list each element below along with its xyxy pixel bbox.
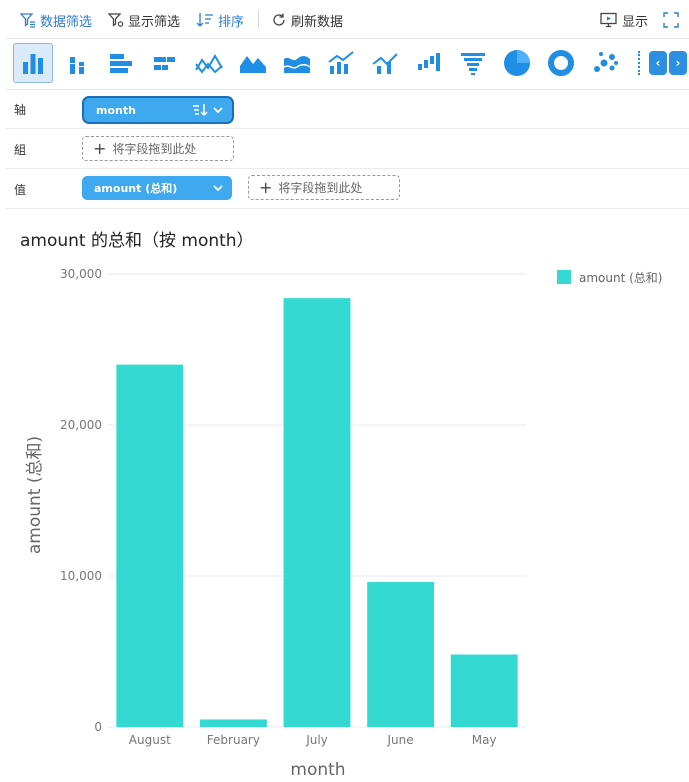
axis-field-pill[interactable]: month <box>84 98 232 122</box>
toolbar-divider <box>258 10 259 28</box>
chart-type-pie[interactable] <box>497 43 537 83</box>
bar[interactable] <box>116 364 184 727</box>
y-axis-ticks: 0 10,000 20,000 30,000 <box>60 267 102 734</box>
axis-field-name: month <box>96 103 136 117</box>
x-axis-ticks: August February July June May <box>129 733 497 747</box>
x-tick-label: June <box>387 733 414 747</box>
x-tick-label: July <box>305 733 328 747</box>
scatter-chart-icon <box>594 52 618 72</box>
bar[interactable] <box>367 582 435 727</box>
toolbar: 数据筛选 显示筛选 排序 刷新数据 显示 <box>0 0 689 38</box>
chart-type-column[interactable] <box>13 43 53 83</box>
refresh-icon <box>273 13 285 26</box>
monitor-icon <box>600 12 617 28</box>
y-axis-label: amount (总和) <box>25 436 45 554</box>
fullscreen-button[interactable] <box>663 10 683 30</box>
group-drop-zone[interactable]: + 将字段拖到此处 <box>82 136 234 161</box>
chart-title: amount 的总和（按 month） <box>20 231 254 251</box>
chart-type-area[interactable] <box>233 43 273 83</box>
chart-type-stacked-bar[interactable] <box>145 43 185 83</box>
chart-type-donut[interactable] <box>541 43 581 83</box>
stacked-area-chart-icon <box>283 56 311 73</box>
donut-chart-icon <box>548 50 574 76</box>
sort-button[interactable]: 排序 <box>196 10 244 30</box>
chart-bars <box>116 298 518 727</box>
sort-icon <box>196 13 213 27</box>
pie-chart-icon <box>504 50 530 76</box>
value-field-pill[interactable]: amount (总和) <box>82 176 232 200</box>
value-drop-zone[interactable]: + 将字段拖到此处 <box>248 175 400 200</box>
value-row: 值 amount (总和) + 将字段拖到此处 <box>6 169 689 209</box>
line-chart-icon <box>195 54 223 74</box>
filter-icon <box>20 13 35 28</box>
x-tick-label: February <box>207 733 260 747</box>
chevron-down-icon[interactable] <box>212 181 224 195</box>
chart-type-stacked-area[interactable] <box>277 43 317 83</box>
axis-label: 轴 <box>14 103 27 117</box>
display-label: 显示 <box>622 14 649 30</box>
show-filter-button[interactable]: 显示筛选 <box>108 10 180 30</box>
chevron-left-icon[interactable]: ‹ <box>649 51 667 75</box>
fullscreen-icon <box>663 12 679 28</box>
y-tick-label: 30,000 <box>60 267 102 281</box>
display-button[interactable]: 显示 <box>600 10 648 30</box>
chart-type-funnel[interactable] <box>453 43 493 83</box>
legend-label: amount (总和) <box>579 271 662 285</box>
chart-type-line[interactable] <box>189 43 229 83</box>
chart-type-selector: ‹ › <box>6 38 689 90</box>
value-field-name: amount (总和) <box>94 182 178 195</box>
chart-gridlines <box>108 273 526 728</box>
column-line-combo-icon <box>328 51 354 74</box>
data-filter-button[interactable]: 数据筛选 <box>20 10 92 30</box>
group-label: 組 <box>14 143 27 157</box>
group-row: 組 + 将字段拖到此处 <box>6 129 689 169</box>
legend-swatch <box>557 270 571 284</box>
refresh-data-label: 刷新数据 <box>291 14 344 30</box>
x-axis-label: month <box>290 760 345 780</box>
funnel-chart-icon <box>461 53 485 75</box>
plus-icon: + <box>93 138 107 158</box>
show-filter-label: 显示筛选 <box>128 14 181 30</box>
filter-icon <box>108 13 124 27</box>
sort-desc-icon[interactable] <box>192 103 224 117</box>
group-drop-placeholder: 将字段拖到此处 <box>112 142 197 156</box>
chart-type-waterfall[interactable] <box>409 43 449 83</box>
x-tick-label: August <box>129 733 171 747</box>
column-chart-icon <box>23 54 43 74</box>
waterfall-chart-icon <box>418 53 440 71</box>
bar-chart-icon <box>110 54 132 73</box>
y-tick-label: 0 <box>94 720 102 734</box>
stacked-column-chart-icon <box>70 57 84 74</box>
sort-label: 排序 <box>218 14 245 30</box>
chart-type-combo[interactable] <box>365 43 405 83</box>
chart-type-more-divider <box>638 51 642 75</box>
chart-type-bar[interactable] <box>101 43 141 83</box>
refresh-data-button[interactable]: 刷新数据 <box>271 10 343 30</box>
stacked-bar-chart-icon <box>154 57 175 70</box>
bar[interactable] <box>283 298 351 727</box>
value-drop-placeholder: 将字段拖到此处 <box>278 181 363 195</box>
bar[interactable] <box>199 719 267 727</box>
chart-type-scatter[interactable] <box>585 43 625 83</box>
bar[interactable] <box>450 654 518 727</box>
data-filter-label: 数据筛选 <box>40 14 93 30</box>
chart-type-pager: ‹ › <box>649 51 689 75</box>
chart-type-stacked-column[interactable] <box>57 43 97 83</box>
area-chart-icon <box>240 56 266 73</box>
value-label: 值 <box>14 183 27 197</box>
y-tick-label: 10,000 <box>60 569 102 583</box>
y-tick-label: 20,000 <box>60 418 102 432</box>
chart-type-column-line[interactable] <box>321 43 361 83</box>
x-tick-label: May <box>472 733 497 747</box>
plus-icon: + <box>259 177 273 197</box>
axis-row: 轴 month <box>6 89 689 129</box>
chevron-right-icon[interactable]: › <box>669 51 687 75</box>
combo-line-chart-icon <box>372 53 398 74</box>
